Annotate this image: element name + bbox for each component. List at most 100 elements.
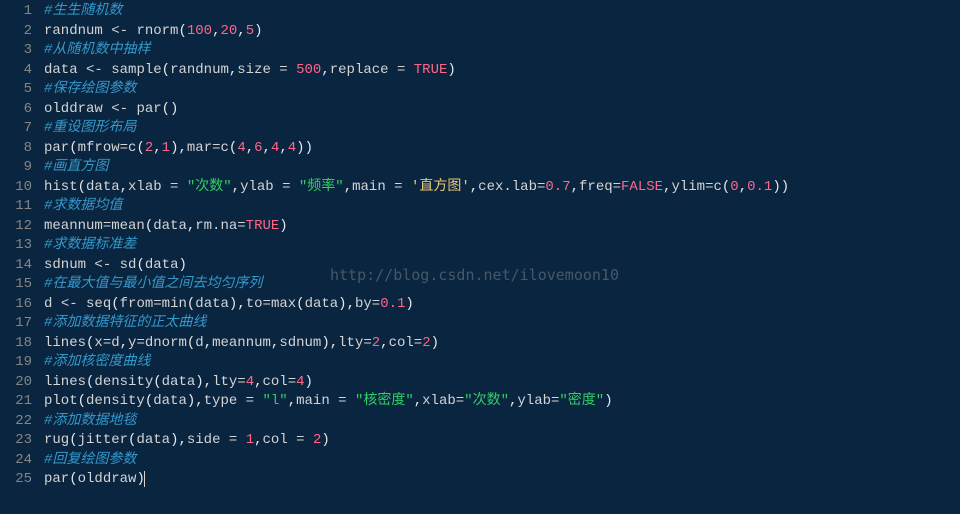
- code-token: by: [355, 296, 372, 312]
- code-token: (: [136, 140, 144, 156]
- code-token: rm.na: [195, 218, 237, 234]
- code-line[interactable]: hist(data,xlab = "次数",ylab = "频率",main =…: [44, 178, 960, 198]
- code-token: ,: [237, 23, 245, 39]
- line-number: 7: [4, 119, 32, 139]
- code-token: c: [713, 179, 721, 195]
- code-token: ): [338, 296, 346, 312]
- code-token: x: [94, 335, 102, 351]
- code-token: olddraw: [44, 101, 111, 117]
- code-token: col: [263, 432, 297, 448]
- code-token: =: [363, 335, 371, 351]
- code-token: <-: [94, 257, 119, 273]
- code-token: 100: [187, 23, 212, 39]
- code-token: ,: [254, 432, 262, 448]
- code-token: ): [305, 374, 313, 390]
- code-token: density: [86, 393, 145, 409]
- code-token: =: [212, 140, 220, 156]
- code-token: d: [44, 296, 61, 312]
- code-line[interactable]: par(olddraw): [44, 470, 960, 490]
- code-token: 4: [296, 374, 304, 390]
- code-line[interactable]: randnum <- rnorm(100,20,5): [44, 22, 960, 42]
- code-token: ,: [321, 62, 329, 78]
- code-line[interactable]: #添加数据地毯: [44, 412, 960, 432]
- code-token: side: [187, 432, 229, 448]
- code-line[interactable]: #添加核密度曲线: [44, 353, 960, 373]
- code-token: '直方图': [411, 179, 470, 195]
- code-token: lines: [44, 374, 86, 390]
- code-line[interactable]: data <- sample(randnum,size = 500,replac…: [44, 61, 960, 81]
- code-token: d: [195, 335, 203, 351]
- code-line[interactable]: olddraw <- par(): [44, 100, 960, 120]
- code-token: =: [237, 218, 245, 234]
- code-token: "次数": [464, 393, 509, 409]
- line-number: 6: [4, 100, 32, 120]
- code-token: 0.1: [380, 296, 405, 312]
- code-token: ,: [571, 179, 579, 195]
- code-token: data: [86, 179, 120, 195]
- code-line[interactable]: #重设图形布局: [44, 119, 960, 139]
- line-number: 19: [4, 353, 32, 373]
- code-token: =: [414, 335, 422, 351]
- code-token: <-: [61, 296, 86, 312]
- code-token: (: [69, 432, 77, 448]
- code-line[interactable]: #求数据均值: [44, 197, 960, 217]
- code-token: "密度": [559, 393, 604, 409]
- code-area[interactable]: #生生随机数randnum <- rnorm(100,20,5)#从随机数中抽样…: [40, 0, 960, 514]
- code-token: (: [145, 218, 153, 234]
- code-token: hist: [44, 179, 78, 195]
- code-line[interactable]: #保存绘图参数: [44, 80, 960, 100]
- code-token: #从随机数中抽样: [44, 42, 150, 58]
- code-line[interactable]: #生生随机数: [44, 2, 960, 22]
- code-token: par: [44, 471, 69, 487]
- code-token: "频率": [299, 179, 344, 195]
- code-token: =: [170, 179, 187, 195]
- code-token: col: [389, 335, 414, 351]
- code-token: ): [447, 62, 455, 78]
- code-token: )): [772, 179, 789, 195]
- line-number: 21: [4, 392, 32, 412]
- code-token: ,: [380, 335, 388, 351]
- code-token: =: [103, 335, 111, 351]
- line-number: 13: [4, 236, 32, 256]
- code-token: data: [153, 393, 187, 409]
- code-line[interactable]: #画直方图: [44, 158, 960, 178]
- code-token: 6: [254, 140, 262, 156]
- code-line[interactable]: d <- seq(from=min(data),to=max(data),by=…: [44, 295, 960, 315]
- code-token: freq: [579, 179, 613, 195]
- code-line[interactable]: #求数据标准差: [44, 236, 960, 256]
- code-line[interactable]: sdnum <- sd(data): [44, 256, 960, 276]
- code-line[interactable]: #从随机数中抽样: [44, 41, 960, 61]
- code-token: (: [153, 374, 161, 390]
- code-line[interactable]: #回复绘图参数: [44, 451, 960, 471]
- code-token: rug: [44, 432, 69, 448]
- code-token: ,: [347, 296, 355, 312]
- code-token: 2: [422, 335, 430, 351]
- code-token: "次数": [187, 179, 232, 195]
- code-token: ,: [195, 393, 203, 409]
- code-token: )): [296, 140, 313, 156]
- line-number: 10: [4, 178, 32, 198]
- code-token: ,: [178, 432, 186, 448]
- code-token: data: [195, 296, 229, 312]
- code-token: ,: [254, 374, 262, 390]
- code-line[interactable]: lines(x=d,y=dnorm(d,meannum,sdnum),lty=2…: [44, 334, 960, 354]
- code-token: #求数据均值: [44, 198, 122, 214]
- code-line[interactable]: par(mfrow=c(2,1),mar=c(4,6,4,4)): [44, 139, 960, 159]
- code-token: ,: [232, 179, 240, 195]
- code-token: =: [282, 179, 299, 195]
- code-token: meannum: [212, 335, 271, 351]
- code-token: ): [431, 335, 439, 351]
- code-line[interactable]: meannum=mean(data,rm.na=TRUE): [44, 217, 960, 237]
- code-line[interactable]: plot(density(data),type = "l",main = "核密…: [44, 392, 960, 412]
- code-token: =: [296, 432, 313, 448]
- code-line[interactable]: lines(density(data),lty=4,col=4): [44, 373, 960, 393]
- code-line[interactable]: rug(jitter(data),side = 1,col = 2): [44, 431, 960, 451]
- code-token: seq: [86, 296, 111, 312]
- code-token: =: [120, 140, 128, 156]
- code-token: from: [120, 296, 154, 312]
- code-line[interactable]: #在最大值与最小值之间去均匀序列: [44, 275, 960, 295]
- code-token: ,: [204, 335, 212, 351]
- code-line[interactable]: #添加数据特征的正太曲线: [44, 314, 960, 334]
- code-token: type: [204, 393, 246, 409]
- code-editor[interactable]: 1234567891011121314151617181920212223242…: [0, 0, 960, 514]
